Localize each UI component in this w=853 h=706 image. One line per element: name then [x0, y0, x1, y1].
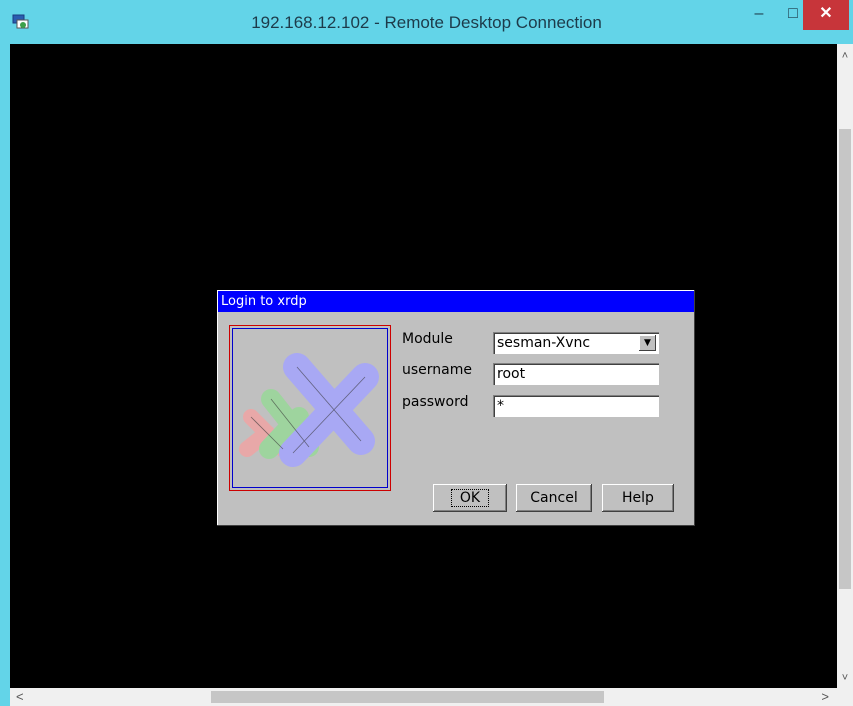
username-field[interactable]: root [493, 363, 659, 385]
module-value: sesman-Xvnc [497, 335, 591, 351]
logo-inner-frame [232, 328, 388, 488]
horizontal-scroll-thumb[interactable] [211, 691, 604, 703]
window-title-bar: 192.168.12.102 - Remote Desktop Connecti… [0, 0, 853, 44]
close-button[interactable]: ✕ [803, 0, 849, 30]
scroll-up-icon[interactable]: ˄ [837, 50, 853, 62]
resize-grip-icon[interactable] [837, 688, 853, 706]
username-label: username [402, 362, 472, 378]
scroll-right-icon[interactable]: > [821, 689, 829, 704]
module-select[interactable]: sesman-Xvnc ▼ [493, 332, 659, 354]
module-label: Module [402, 331, 453, 347]
minimize-button[interactable]: – [742, 0, 776, 30]
scroll-down-icon[interactable]: ˅ [837, 672, 853, 684]
vertical-scroll-thumb[interactable] [839, 129, 851, 589]
ok-button-label: OK [450, 489, 490, 507]
dialog-title: Login to xrdp [218, 291, 694, 312]
chevron-down-icon[interactable]: ▼ [639, 335, 656, 351]
cancel-button[interactable]: Cancel [516, 484, 592, 512]
xrdp-login-dialog: Login to xrdp Module sesman-Xvnc ▼ usern… [217, 290, 695, 526]
logo-frame [229, 325, 391, 491]
scroll-left-icon[interactable]: < [16, 689, 24, 704]
window-title: 192.168.12.102 - Remote Desktop Connecti… [251, 13, 602, 32]
vertical-scrollbar[interactable]: ˄ ˅ [837, 44, 853, 688]
xrdp-logo-icon [239, 353, 379, 467]
horizontal-scrollbar[interactable]: < > [10, 688, 837, 706]
help-button[interactable]: Help [602, 484, 674, 512]
password-label: password [402, 394, 469, 410]
password-field[interactable]: * [493, 395, 659, 417]
ok-button[interactable]: OK [433, 484, 507, 512]
